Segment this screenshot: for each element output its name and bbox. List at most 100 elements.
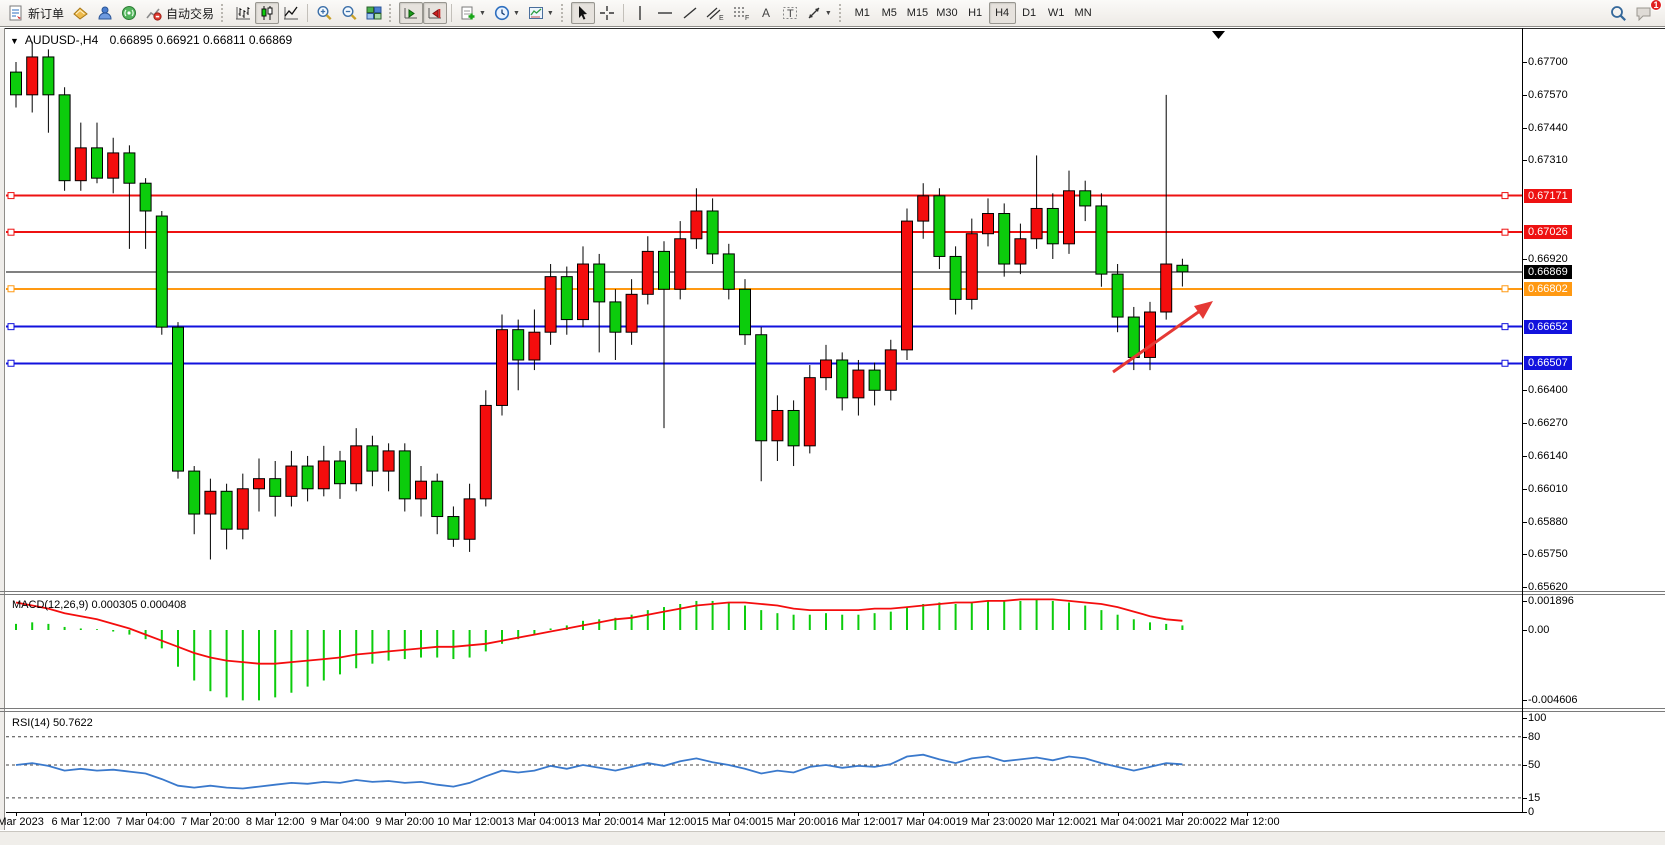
time-tick-label[interactable]: 21 Mar 04:00 xyxy=(1085,816,1150,828)
tile-windows-button[interactable] xyxy=(362,2,386,24)
collapse-triangle-icon[interactable]: ▼ xyxy=(10,36,19,46)
line-handle[interactable] xyxy=(8,286,14,292)
time-tick-label[interactable]: 21 Mar 20:00 xyxy=(1150,816,1215,828)
time-tick-label[interactable]: 16 Mar 12:00 xyxy=(826,816,891,828)
candlestick-chart-icon xyxy=(259,5,275,21)
timeframe-M5[interactable]: M5 xyxy=(876,2,903,24)
timeframe-M1[interactable]: M1 xyxy=(849,2,876,24)
timeframe-M15[interactable]: M15 xyxy=(903,2,932,24)
main-price-chart[interactable] xyxy=(6,28,1522,592)
toolbar-grip[interactable] xyxy=(389,4,396,22)
price-line-tag-0.67026[interactable]: 0.67026 xyxy=(1524,225,1572,239)
new-chart-button[interactable]: ▼ xyxy=(456,2,490,24)
timeframe-H4[interactable]: H4 xyxy=(989,2,1016,24)
periods-button[interactable]: ▼ xyxy=(490,2,524,24)
wallet-button[interactable] xyxy=(68,2,93,24)
timeframe-MN[interactable]: MN xyxy=(1070,2,1097,24)
text-label-tool-button[interactable]: T xyxy=(778,2,802,24)
macd-indicator-panel[interactable] xyxy=(6,594,1522,708)
line-chart-icon xyxy=(283,5,299,21)
line-handle[interactable] xyxy=(1502,193,1508,199)
text-tool-button[interactable]: A xyxy=(754,2,778,24)
panel-separator[interactable] xyxy=(0,594,1665,595)
time-tick-label[interactable]: 13 Mar 04:00 xyxy=(502,816,567,828)
metaeditor-button[interactable] xyxy=(93,2,117,24)
time-tick-label[interactable]: 7 Mar 20:00 xyxy=(181,816,240,828)
timeframe-W1[interactable]: W1 xyxy=(1043,2,1070,24)
equidistant-channel-tool-button[interactable]: E xyxy=(702,2,728,24)
time-tick-label[interactable]: 22 Mar 12:00 xyxy=(1215,816,1280,828)
panel-separator[interactable] xyxy=(0,711,1665,712)
templates-button[interactable]: ▼ xyxy=(524,2,558,24)
toolbar-grip[interactable] xyxy=(221,4,228,22)
line-chart-button[interactable] xyxy=(279,2,303,24)
zoom-out-button[interactable] xyxy=(337,2,362,24)
line-handle[interactable] xyxy=(1502,286,1508,292)
cursor-tool-button[interactable] xyxy=(571,2,595,24)
time-tick-label[interactable]: 10 Mar 12:00 xyxy=(437,816,502,828)
arrow-annotation[interactable] xyxy=(1113,306,1207,372)
timeframe-D1[interactable]: D1 xyxy=(1016,2,1043,24)
time-tick-label[interactable]: 20 Mar 12:00 xyxy=(1020,816,1085,828)
time-tick-label[interactable]: 15 Mar 04:00 xyxy=(696,816,761,828)
line-handle[interactable] xyxy=(1502,360,1508,366)
vertical-line-tool-button[interactable] xyxy=(628,2,652,24)
crosshair-tool-button[interactable] xyxy=(595,2,619,24)
time-tick-label[interactable]: 9 Mar 04:00 xyxy=(311,816,370,828)
fibonacci-tool-button[interactable]: F xyxy=(728,2,754,24)
candle-body xyxy=(497,330,508,406)
time-tick-label[interactable]: 7 Mar 04:00 xyxy=(116,816,175,828)
price-line-tag-0.66652[interactable]: 0.66652 xyxy=(1524,320,1572,334)
time-tick-label[interactable]: 9 Mar 20:00 xyxy=(375,816,434,828)
chart-shift-marker-icon[interactable] xyxy=(1212,31,1225,39)
new-order-button[interactable]: 新订单 xyxy=(4,2,68,24)
price-line-tag-0.67171[interactable]: 0.67171 xyxy=(1524,189,1572,203)
candle-body xyxy=(464,499,475,539)
toolbar-separator xyxy=(623,4,624,22)
candle-body xyxy=(642,251,653,294)
line-handle[interactable] xyxy=(8,193,14,199)
notifications-button[interactable]: 1 xyxy=(1631,2,1657,24)
search-button[interactable] xyxy=(1606,2,1631,24)
candlestick-chart-button[interactable] xyxy=(255,2,279,24)
signals-button[interactable] xyxy=(117,2,141,24)
autotrading-button[interactable]: 自动交易 xyxy=(141,2,218,24)
horizontal-line-tool-button[interactable] xyxy=(652,2,678,24)
time-tick-label[interactable]: 6 Mar 12:00 xyxy=(51,816,110,828)
time-tick-label[interactable]: 15 Mar 20:00 xyxy=(761,816,826,828)
time-tick-label[interactable]: 19 Mar 23:00 xyxy=(956,816,1021,828)
line-handle[interactable] xyxy=(8,360,14,366)
panel-separator[interactable] xyxy=(0,708,1665,709)
candle-body xyxy=(610,302,621,332)
auto-scroll-button[interactable] xyxy=(399,2,423,24)
line-handle[interactable] xyxy=(1502,324,1508,330)
price-line-tag-0.66507[interactable]: 0.66507 xyxy=(1524,356,1572,370)
bar-chart-button[interactable] xyxy=(231,2,255,24)
panel-separator[interactable] xyxy=(0,591,1665,592)
trendline-tool-button[interactable] xyxy=(678,2,702,24)
price-line-tag-0.66802[interactable]: 0.66802 xyxy=(1524,282,1572,296)
arrow-annotation-head[interactable] xyxy=(1194,301,1213,319)
time-tick-label[interactable]: 5 Mar 2023 xyxy=(0,816,44,828)
candle-body xyxy=(59,95,70,181)
chart-shift-button[interactable] xyxy=(423,2,447,24)
template-icon xyxy=(528,5,544,21)
price-line-tag-0.66869[interactable]: 0.66869 xyxy=(1524,265,1572,279)
toolbar-grip[interactable] xyxy=(561,4,568,22)
line-handle[interactable] xyxy=(8,229,14,235)
rsi-indicator-panel[interactable] xyxy=(6,712,1522,814)
timeframe-H1[interactable]: H1 xyxy=(962,2,989,24)
time-tick-label[interactable]: 17 Mar 04:00 xyxy=(891,816,956,828)
time-tick-label[interactable]: 8 Mar 12:00 xyxy=(246,816,305,828)
timeframe-M30[interactable]: M30 xyxy=(932,2,961,24)
toolbar-grip[interactable] xyxy=(839,4,846,22)
time-tick-label[interactable]: 13 Mar 20:00 xyxy=(567,816,632,828)
zoom-in-button[interactable] xyxy=(312,2,337,24)
line-handle[interactable] xyxy=(8,324,14,330)
arrows-tool-button[interactable]: ▼ xyxy=(802,2,836,24)
line-handle[interactable] xyxy=(1502,229,1508,235)
candle-body xyxy=(140,183,151,211)
time-tick-label[interactable]: 14 Mar 12:00 xyxy=(632,816,697,828)
candle-body xyxy=(545,277,556,333)
bar-chart-icon xyxy=(235,5,251,21)
